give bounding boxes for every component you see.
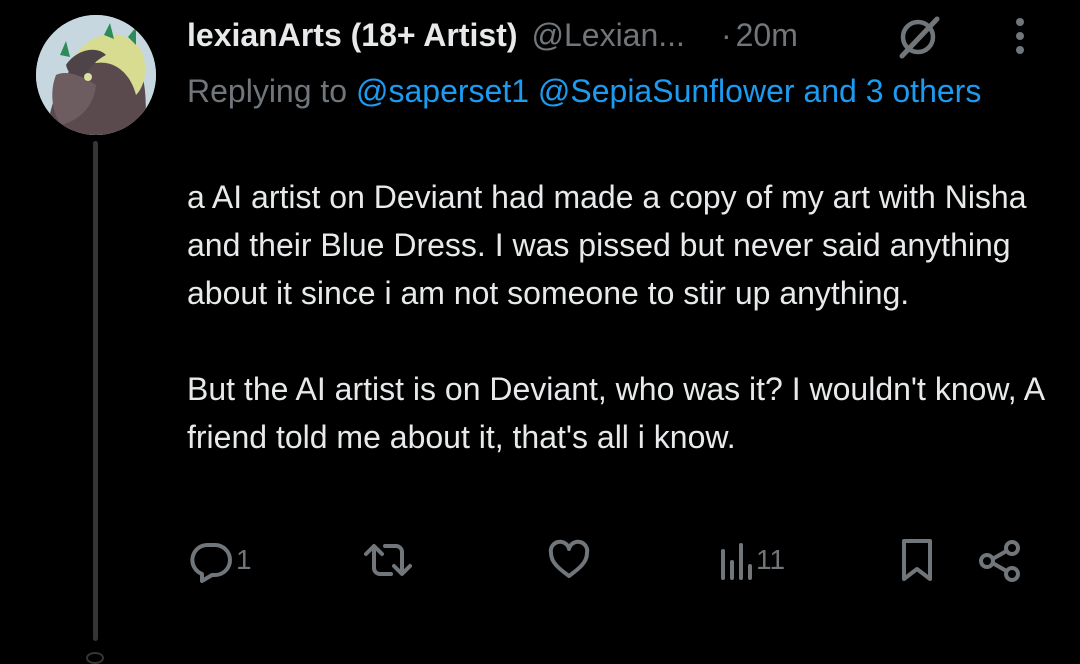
retweet-button[interactable]: [362, 534, 416, 586]
share-icon: [976, 537, 1024, 583]
replying-to-label: Replying to: [187, 73, 348, 109]
views-button[interactable]: 11: [714, 534, 785, 586]
like-icon: [546, 537, 592, 583]
reply-count: 1: [236, 544, 252, 575]
author-name[interactable]: lexianArts (18+ Artist): [187, 17, 517, 54]
reply-icon: [188, 537, 234, 583]
bookmark-button[interactable]: [896, 534, 938, 586]
thread-dot: [86, 652, 104, 664]
avatar[interactable]: [36, 15, 156, 135]
action-bar: 1 11: [0, 534, 1080, 586]
retweet-icon: [362, 537, 414, 583]
tweet-text: a AI artist on Deviant had made a copy o…: [187, 173, 1057, 461]
replying-to: Replying to @saperset1 @SepiaSunflower a…: [187, 68, 1017, 115]
share-button[interactable]: [976, 534, 1024, 586]
badge-icon[interactable]: [896, 14, 944, 60]
like-button[interactable]: [546, 534, 594, 586]
author-handle[interactable]: @Lexian...: [531, 17, 684, 54]
tweet-paragraph: But the AI artist is on Deviant, who was…: [187, 371, 1044, 455]
tweet-header: lexianArts (18+ Artist) @Lexian... · 20m: [187, 12, 798, 58]
tweet-paragraph: a AI artist on Deviant had made a copy o…: [187, 179, 1027, 311]
time-separator: ·: [720, 16, 732, 53]
view-count: 11: [756, 544, 786, 575]
bookmark-icon: [896, 537, 938, 583]
reply-mentions-link[interactable]: @saperset1 @SepiaSunflower and 3 others: [356, 73, 981, 109]
views-icon: [714, 537, 754, 583]
tweet-time[interactable]: 20m: [736, 17, 798, 54]
reply-button[interactable]: 1: [188, 534, 252, 586]
more-icon[interactable]: [1006, 14, 1034, 58]
